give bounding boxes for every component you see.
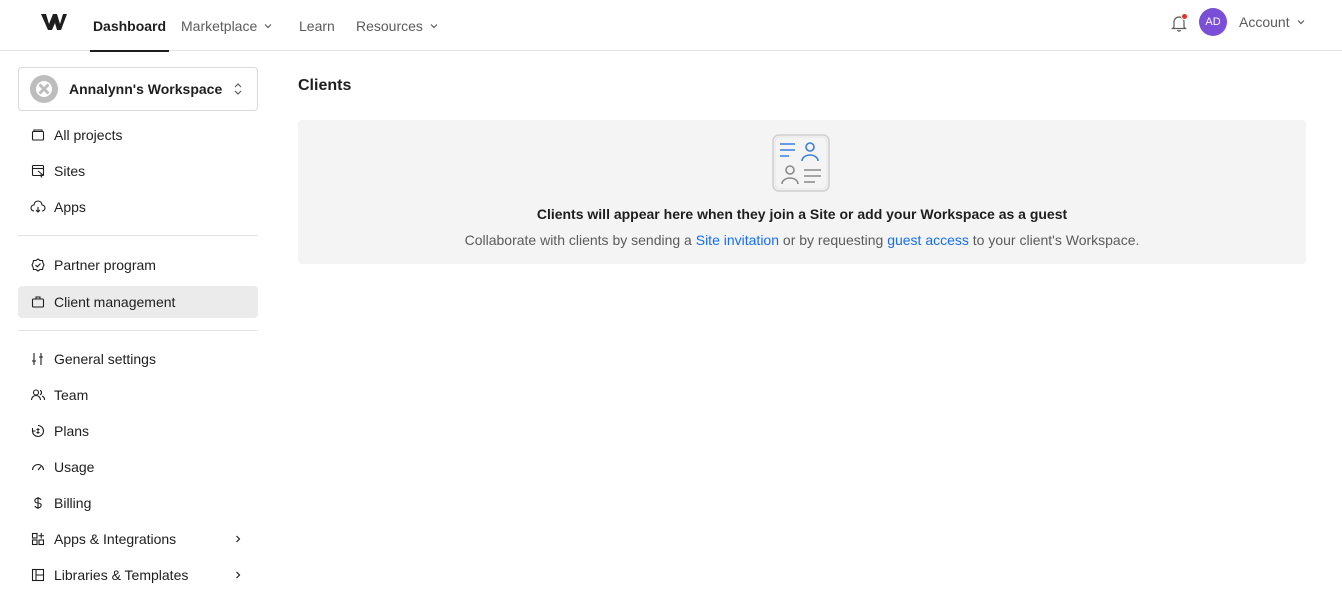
sidebar-item-label: Libraries & Templates	[54, 567, 189, 583]
sidebar-item-label: Client management	[54, 294, 176, 310]
workspace-logo-icon	[30, 75, 58, 103]
grid-icon	[30, 531, 46, 547]
sidebar-item-label: Partner program	[54, 257, 156, 273]
sidebar-item-libraries-templates[interactable]: Libraries & Templates	[18, 559, 258, 591]
nav-learn[interactable]: Learn	[299, 0, 335, 51]
plans-icon	[30, 423, 46, 439]
empty-state-text: or by requesting	[779, 232, 888, 248]
account-label: Account	[1239, 14, 1290, 30]
sidebar-item-client-management[interactable]: Client management	[18, 286, 258, 318]
sidebar-divider	[18, 235, 258, 236]
nav-resources[interactable]: Resources	[356, 0, 438, 51]
sidebar-item-apps-integrations[interactable]: Apps & Integrations	[18, 523, 258, 555]
cloud-apps-icon	[30, 199, 46, 215]
nav-resources-label: Resources	[356, 17, 423, 34]
nav-marketplace[interactable]: Marketplace	[181, 0, 272, 51]
sidebar-item-plans[interactable]: Plans	[18, 415, 258, 447]
nav-marketplace-label: Marketplace	[181, 17, 258, 34]
gauge-icon	[30, 459, 46, 475]
sidebar-item-label: Team	[54, 387, 89, 403]
empty-state-text: to your client's Workspace.	[968, 232, 1140, 248]
team-icon	[30, 387, 46, 403]
sidebar-item-label: Sites	[54, 163, 86, 179]
workspace-switcher[interactable]: Annalynn's Workspace	[18, 67, 258, 111]
clients-contact-card-icon	[772, 134, 830, 192]
avatar[interactable]: AD	[1199, 8, 1227, 36]
top-navigation-bar: Dashboard Marketplace Learn Resources AD…	[0, 0, 1342, 52]
dollar-icon	[30, 495, 46, 511]
chevron-up-down-icon	[234, 83, 242, 95]
chevron-down-icon	[1297, 20, 1305, 25]
sidebar-item-all-projects[interactable]: All projects	[18, 119, 258, 151]
sidebar-item-billing[interactable]: Billing	[18, 487, 258, 519]
chevron-down-icon	[264, 23, 272, 28]
empty-state-text: Collaborate with clients by sending a	[464, 232, 696, 248]
chevron-down-icon	[430, 23, 438, 28]
sites-icon	[30, 163, 46, 179]
guest-access-link[interactable]: guest access	[887, 232, 969, 248]
empty-state-heading: Clients will appear here when they join …	[536, 206, 1068, 222]
sidebar-item-sites[interactable]: Sites	[18, 155, 258, 187]
sidebar-item-label: Usage	[54, 459, 95, 475]
empty-state-description: Collaborate with clients by sending a Si…	[298, 232, 1306, 248]
workspace-name: Annalynn's Workspace	[69, 81, 223, 97]
folder-icon	[30, 127, 46, 143]
sidebar-item-label: Apps & Integrations	[54, 531, 177, 547]
nav-dashboard-label: Dashboard	[92, 17, 167, 34]
library-icon	[30, 567, 46, 583]
briefcase-icon	[30, 294, 46, 310]
sidebar-item-label: All projects	[54, 127, 123, 143]
sidebar-item-apps[interactable]: Apps	[18, 191, 258, 223]
account-menu[interactable]: Account	[1239, 0, 1305, 44]
nav-learn-label: Learn	[299, 17, 335, 34]
sidebar-item-label: Plans	[54, 423, 90, 439]
webflow-logo[interactable]	[40, 12, 68, 32]
sidebar-item-label: General settings	[54, 351, 156, 367]
sidebar-item-partner-program[interactable]: Partner program	[18, 249, 258, 281]
chevron-right-icon	[236, 535, 241, 543]
sidebar-item-general-settings[interactable]: General settings	[18, 343, 258, 375]
sidebar-item-usage[interactable]: Usage	[18, 451, 258, 483]
site-invitation-link[interactable]: Site invitation	[696, 232, 779, 248]
sliders-icon	[30, 351, 46, 367]
sidebar-divider	[18, 330, 258, 331]
sidebar-item-label: Apps	[54, 199, 86, 215]
sidebar-item-label: Billing	[54, 495, 92, 511]
chevron-right-icon	[236, 571, 241, 579]
empty-state-card: Clients will appear here when they join …	[298, 120, 1306, 264]
avatar-initials: AD	[1205, 16, 1221, 28]
nav-dashboard[interactable]: Dashboard	[90, 0, 169, 52]
notification-dot	[1181, 13, 1188, 20]
badge-check-icon	[30, 257, 46, 273]
page-title: Clients	[298, 77, 352, 94]
sidebar-item-team[interactable]: Team	[18, 379, 258, 411]
